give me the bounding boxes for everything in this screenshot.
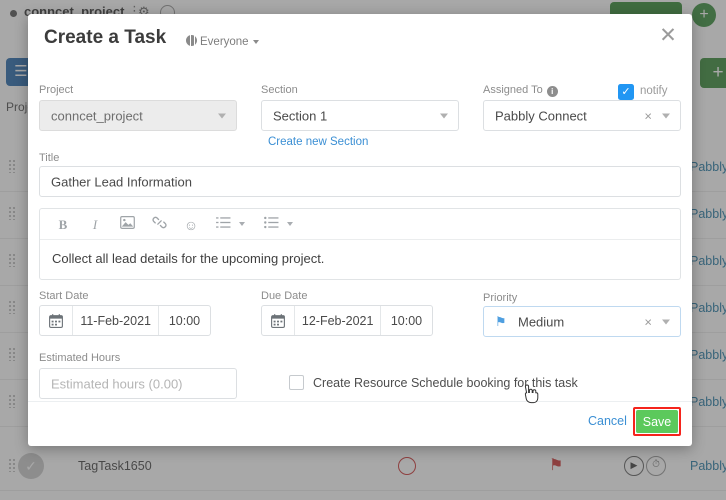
description-editor[interactable]: B I ☺ Collect all lead details for the u… — [39, 208, 681, 280]
title-input-value: Gather Lead Information — [51, 174, 192, 189]
unordered-list-icon[interactable] — [261, 215, 281, 235]
calendar-glyph — [271, 313, 286, 328]
chevron-down-icon — [662, 319, 670, 324]
editor-content-text: Collect all lead details for the upcomin… — [52, 251, 325, 266]
info-icon[interactable]: i — [546, 86, 558, 97]
create-task-modal: Create a Task Everyone ✕ Project conncet… — [28, 14, 692, 446]
chevron-down-icon — [440, 113, 448, 118]
ordered-list-icon[interactable] — [213, 215, 233, 235]
globe-icon — [186, 35, 197, 46]
project-label: Project — [39, 84, 74, 96]
link-icon[interactable] — [149, 215, 169, 235]
flag-icon: ⚑ — [495, 313, 507, 329]
section-select-value: Section 1 — [273, 108, 328, 123]
project-select-value: conncet_project — [51, 108, 143, 123]
chevron-down-icon[interactable] — [287, 222, 293, 226]
start-date-label: Start Date — [39, 290, 89, 302]
visibility-label: Everyone — [200, 36, 249, 48]
resource-schedule-label: Create Resource Schedule booking for thi… — [313, 376, 578, 390]
emoji-icon[interactable]: ☺ — [181, 215, 201, 235]
unordered-list-glyph — [263, 216, 278, 229]
page-title: Create a Task — [44, 27, 167, 48]
estimated-hours-label: Estimated Hours — [39, 352, 121, 364]
calendar-icon[interactable] — [262, 306, 296, 335]
ordered-list-glyph — [215, 217, 230, 228]
calendar-glyph — [49, 313, 64, 328]
resource-schedule-checkbox[interactable] — [289, 375, 304, 390]
cancel-button[interactable]: Cancel — [588, 414, 627, 428]
italic-icon[interactable]: I — [85, 215, 105, 235]
priority-select[interactable]: ⚑ Medium × — [483, 306, 681, 337]
clear-icon[interactable]: × — [644, 108, 652, 123]
save-button[interactable]: Save — [636, 410, 678, 433]
assigned-to-select[interactable]: Pabbly Connect × — [483, 100, 681, 131]
estimated-hours-input[interactable]: Estimated hours (0.00) — [39, 368, 237, 399]
due-time-value[interactable]: 10:00 — [381, 306, 432, 335]
assigned-to-label: Assigned To i — [483, 84, 558, 97]
chevron-down-icon[interactable] — [239, 222, 245, 226]
link-glyph — [151, 216, 167, 229]
assigned-to-value: Pabbly Connect — [495, 108, 587, 123]
create-new-section-link[interactable]: Create new Section — [268, 136, 368, 148]
assigned-to-label-text: Assigned To — [483, 84, 543, 96]
calendar-icon[interactable] — [40, 306, 74, 335]
priority-label: Priority — [483, 292, 518, 304]
notify-checkbox[interactable]: ✓ — [618, 84, 634, 100]
section-select[interactable]: Section 1 — [261, 100, 459, 131]
estimated-hours-placeholder: Estimated hours (0.00) — [51, 376, 183, 391]
due-date-input[interactable]: 12-Feb-2021 10:00 — [261, 305, 433, 336]
start-date-value[interactable]: 11-Feb-2021 — [73, 306, 159, 335]
chevron-down-icon — [252, 39, 259, 44]
title-input[interactable]: Gather Lead Information — [39, 166, 681, 197]
clear-icon[interactable]: × — [644, 314, 652, 329]
chevron-down-icon — [218, 113, 226, 118]
notify-label: notify — [640, 85, 668, 97]
project-select[interactable]: conncet_project — [39, 100, 237, 131]
modal-body: Project conncet_project Section Section … — [28, 62, 692, 401]
title-label: Title — [39, 152, 60, 164]
modal-header: Create a Task Everyone ✕ — [28, 14, 692, 62]
close-icon[interactable]: ✕ — [656, 24, 680, 48]
priority-value: Medium — [518, 314, 565, 329]
editor-toolbar: B I ☺ — [40, 209, 680, 240]
save-button-highlight: Save — [633, 407, 681, 436]
bold-icon[interactable]: B — [53, 215, 73, 235]
editor-content-area[interactable]: Collect all lead details for the upcomin… — [40, 240, 680, 280]
chevron-down-icon — [662, 113, 670, 118]
image-glyph — [119, 216, 135, 229]
image-icon[interactable] — [117, 215, 137, 235]
due-date-label: Due Date — [261, 290, 308, 302]
visibility-selector[interactable]: Everyone — [186, 34, 259, 48]
due-date-value[interactable]: 12-Feb-2021 — [295, 306, 381, 335]
section-label: Section — [261, 84, 298, 96]
start-date-input[interactable]: 11-Feb-2021 10:00 — [39, 305, 211, 336]
start-time-value[interactable]: 10:00 — [159, 306, 210, 335]
